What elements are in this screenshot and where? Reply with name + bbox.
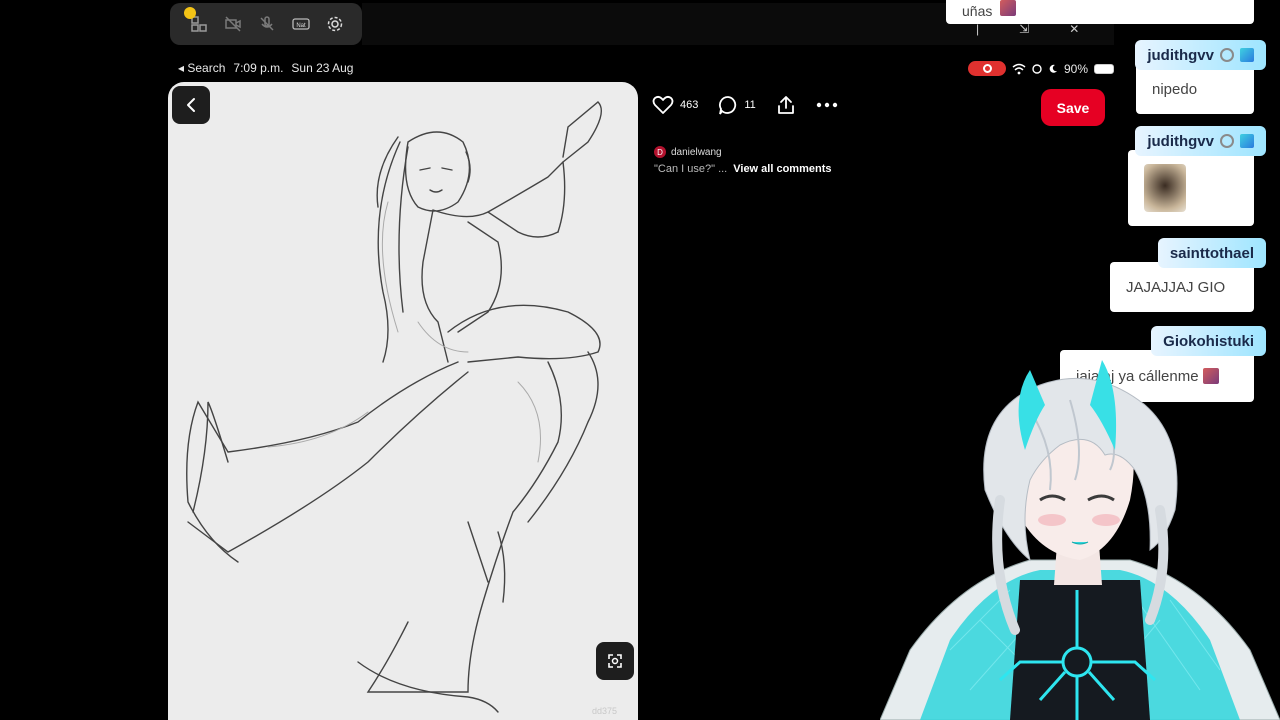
chat-username: sainttothael	[1157, 238, 1266, 268]
like-button[interactable]: 463	[652, 95, 698, 115]
sketch-illustration	[186, 101, 602, 713]
more-dots-icon	[816, 102, 837, 108]
author-avatar: D	[654, 146, 666, 158]
moon-icon	[1049, 64, 1057, 73]
comment-snippet: "Can I use?" ...	[654, 163, 728, 175]
author-name[interactable]: danielwang	[671, 147, 722, 158]
visual-search-button[interactable]	[596, 642, 634, 680]
save-button[interactable]: Save	[1041, 89, 1105, 126]
share-button[interactable]	[776, 95, 796, 115]
cursor-icon: |	[976, 22, 980, 36]
chat-partial-text: uñas	[962, 3, 993, 19]
battery-icon	[1094, 63, 1115, 74]
comment-preview: "Can I use?" ... View all comments	[654, 163, 831, 175]
collapse-icon[interactable]: ⇲	[1019, 22, 1029, 36]
view-all-comments-link[interactable]: View all comments	[733, 163, 831, 175]
vtuber-avatar	[880, 360, 1280, 720]
layout-icon[interactable]	[184, 7, 208, 33]
chat-message: nipedo judithgvv	[1135, 40, 1266, 114]
sub-badge-icon	[1240, 134, 1254, 148]
nat-badge-icon[interactable]: Nat	[292, 15, 310, 33]
comment-count: 11	[744, 99, 756, 111]
status-time: 7:09 p.m.	[233, 61, 284, 75]
chat-message-text: JAJAJJAJ GIO	[1110, 262, 1254, 312]
status-date: Sun 23 Aug	[291, 61, 354, 75]
share-icon	[777, 96, 794, 114]
timer-badge-icon	[1220, 134, 1234, 148]
chat-message: judithgvv	[1128, 126, 1266, 226]
chat-message: JAJAJJAJ GIO sainttothael	[1110, 238, 1266, 312]
chat-message-image	[1128, 150, 1254, 226]
pin-image[interactable]: dd375	[168, 82, 638, 720]
comments-button[interactable]: 11	[718, 95, 756, 115]
image-watermark: dd375	[592, 706, 618, 716]
stream-toolbar: Nat	[170, 3, 362, 45]
back-to-search-link[interactable]: ◂ Search	[178, 61, 225, 75]
battery-percent: 90%	[1064, 61, 1089, 76]
close-icon[interactable]: ✕	[1069, 22, 1079, 36]
chat-window-controls: | ⇲ ✕	[976, 22, 1079, 36]
status-icons: 90%	[968, 61, 1115, 76]
screen-record-indicator[interactable]	[968, 61, 1006, 76]
timer-badge-icon	[1220, 48, 1234, 62]
gear-icon[interactable]	[326, 15, 344, 33]
nat-label: Nat	[296, 23, 306, 29]
comment-icon	[719, 96, 737, 115]
back-button[interactable]	[172, 86, 210, 124]
alarm-icon	[1032, 63, 1042, 74]
cursor-dot-icon	[184, 7, 196, 19]
like-count: 463	[680, 99, 699, 111]
lens-search-icon	[608, 654, 622, 668]
chat-message-text: nipedo	[1136, 64, 1254, 114]
author-row[interactable]: D danielwang	[654, 146, 722, 158]
chat-username: judithgvv	[1135, 40, 1266, 70]
pin-actions: 463 11	[652, 95, 852, 115]
heart-icon	[652, 95, 674, 114]
more-options-button[interactable]	[816, 102, 838, 108]
wifi-icon	[1012, 63, 1026, 74]
chat-image-thumbnail	[1144, 164, 1186, 212]
emote-icon	[1000, 0, 1017, 16]
chat-partial-message: uñas	[946, 0, 1254, 24]
sub-badge-icon	[1240, 48, 1254, 62]
camera-off-icon[interactable]	[224, 15, 242, 33]
mic-off-icon[interactable]	[258, 15, 276, 33]
chat-username: judithgvv	[1135, 126, 1266, 156]
chevron-left-icon	[187, 98, 195, 112]
status-bar: ◂ Search 7:09 p.m. Sun 23 Aug	[178, 61, 353, 75]
